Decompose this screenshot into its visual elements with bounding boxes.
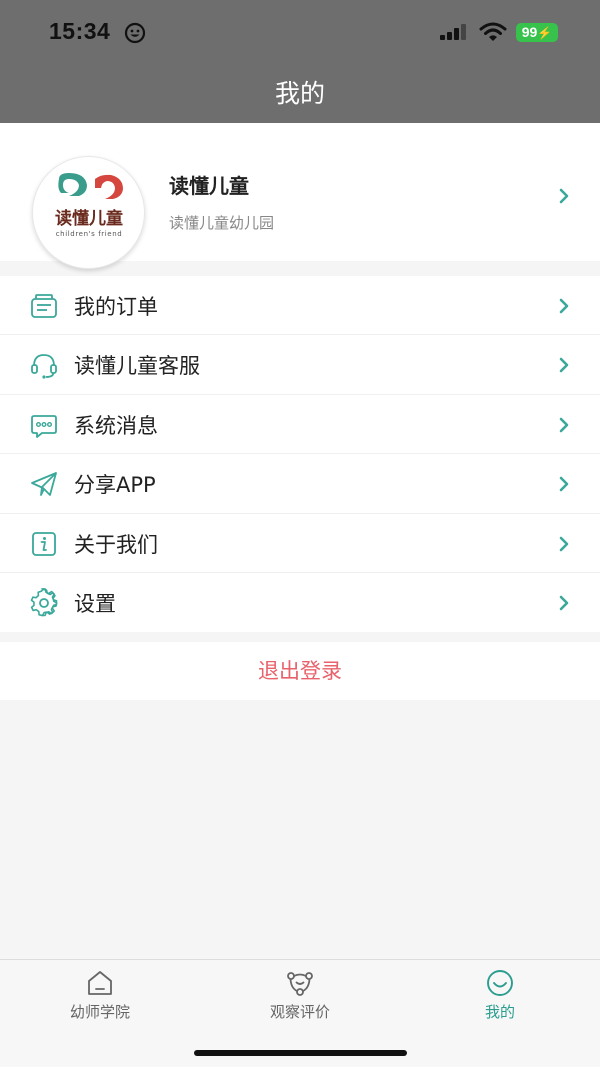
- logo-tagline: children's friend: [56, 230, 123, 238]
- logout-button[interactable]: 退出登录: [0, 642, 600, 700]
- tab-mine[interactable]: 我的: [400, 960, 600, 1040]
- page-title: 我的: [274, 79, 325, 108]
- chevron-right-icon: [559, 536, 569, 551]
- headset-icon: [31, 354, 57, 379]
- menu-item-orders[interactable]: 我的订单: [0, 276, 600, 336]
- chevron-right-icon: [559, 188, 569, 204]
- profile-subtitle: 读懂儿童幼儿园: [169, 214, 275, 232]
- profile-card[interactable]: 读懂儿童 children's friend 读懂儿童 读懂儿童幼儿园: [0, 123, 600, 269]
- chevron-right-icon: [559, 417, 569, 433]
- tab-label: 我的: [484, 1003, 515, 1021]
- tab-label: 观察评价: [269, 1003, 330, 1021]
- wifi-icon: [479, 22, 507, 41]
- status-time: 15:34: [49, 18, 111, 44]
- menu-item-customer-service[interactable]: 读懂儿童客服: [0, 335, 600, 395]
- menu-item-label: 设置: [74, 591, 116, 616]
- logo-wordmark: 读懂儿童: [55, 208, 123, 229]
- house-icon: [88, 971, 112, 995]
- menu-item-label: 关于我们: [74, 532, 158, 557]
- battery-indicator: 99⚡: [516, 23, 558, 42]
- menu-list: 我的订单 读懂儿童客服 系统消息 分享APP 关于我们 设置: [0, 276, 600, 633]
- message-icon: [31, 414, 57, 438]
- tab-observation[interactable]: 观察评价: [200, 960, 400, 1040]
- menu-item-label: 系统消息: [74, 413, 158, 438]
- profile-name: 读懂儿童: [169, 174, 249, 198]
- tab-label: 幼师学院: [69, 1003, 130, 1021]
- chevron-right-icon: [559, 298, 569, 314]
- menu-item-share-app[interactable]: 分享APP: [0, 454, 600, 514]
- tab-teacher-academy[interactable]: 幼师学院: [0, 960, 200, 1040]
- top-bar: 15:34 99⚡ 我的: [0, 0, 600, 123]
- menu-item-about-us[interactable]: 关于我们: [0, 514, 600, 573]
- avatar: 读懂儿童 children's friend: [32, 156, 145, 269]
- smile-icon: [487, 970, 513, 996]
- home-indicator[interactable]: [194, 1050, 407, 1056]
- nodes-icon: [287, 972, 313, 996]
- chevron-right-icon: [559, 595, 569, 611]
- menu-item-settings[interactable]: 设置: [0, 573, 600, 632]
- smiley-icon: [124, 22, 146, 44]
- gear-icon: [30, 588, 58, 617]
- signal-icon: [440, 24, 466, 40]
- chevron-right-icon: [559, 476, 569, 492]
- order-list-icon: [31, 294, 57, 318]
- menu-item-messages[interactable]: 系统消息: [0, 395, 600, 455]
- menu-item-label: 读懂儿童客服: [74, 354, 200, 379]
- chevron-right-icon: [559, 358, 569, 373]
- menu-item-label: 我的订单: [74, 295, 158, 319]
- paper-plane-icon: [31, 472, 57, 497]
- menu-item-label: 分享APP: [74, 473, 156, 498]
- logo-icon: 读懂儿童 children's friend: [55, 173, 123, 238]
- info-icon: [32, 531, 56, 556]
- status-bar: 15:34 99⚡: [0, 0, 600, 64]
